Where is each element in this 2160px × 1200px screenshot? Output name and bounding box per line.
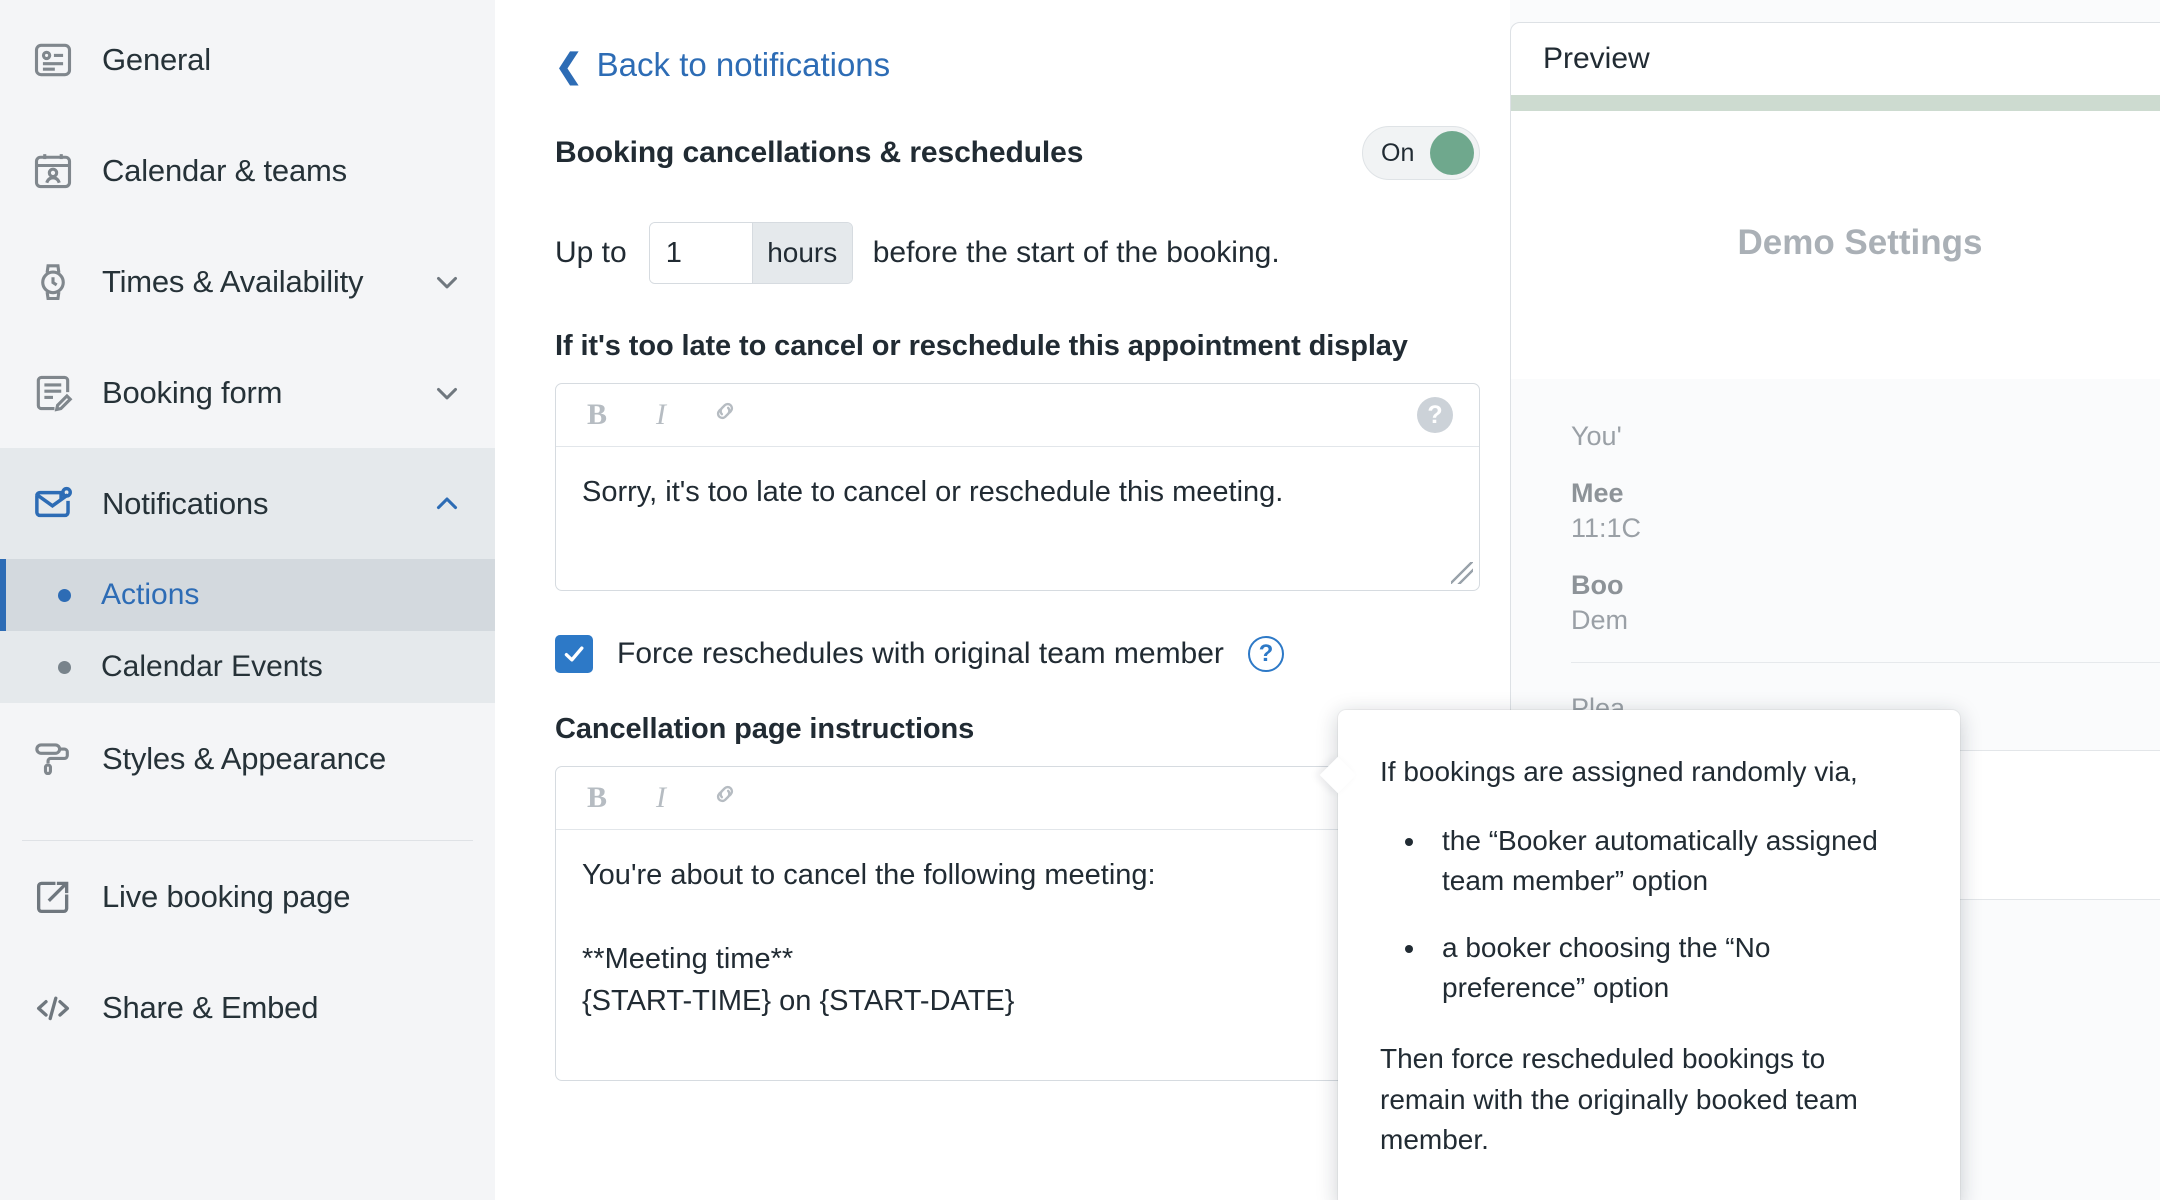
sidebar-item-label: Times & Availability <box>102 263 364 299</box>
sidebar-item-label: Calendar & teams <box>102 152 347 188</box>
bold-button[interactable]: B <box>582 398 612 432</box>
toggle-knob <box>1430 131 1474 175</box>
sidebar-item-notifications[interactable]: Notifications <box>0 448 495 559</box>
sidebar-item-styles-appearance[interactable]: Styles & Appearance <box>0 703 495 814</box>
section-header-row: Booking cancellations & reschedules On <box>555 126 1480 180</box>
preview-line: You' <box>1571 421 1622 451</box>
cutoff-value-input[interactable] <box>649 223 752 283</box>
tooltip-bullet-list: the “Booker automatically assigned team … <box>1380 821 1916 1009</box>
envelope-notification-icon <box>30 481 76 527</box>
sidebar-subitem-label: Calendar Events <box>101 650 323 683</box>
too-late-message-editor: B I ? Sorry, it's too late to cancel or … <box>555 383 1480 591</box>
sidebar-item-share-embed[interactable]: Share & Embed <box>0 952 495 1063</box>
chevron-down-icon[interactable] <box>425 376 469 410</box>
tooltip-intro: If bookings are assigned randomly via, <box>1380 756 1858 787</box>
sidebar-item-label: General <box>102 41 211 77</box>
app-root: General Calendar & teams Times & Availab… <box>0 0 2160 1200</box>
sidebar-item-label: Live booking page <box>102 878 351 914</box>
tooltip-outro: Then force rescheduled bookings to remai… <box>1380 1042 1858 1156</box>
contact-card-icon <box>30 37 76 83</box>
page-title: Booking cancellations & reschedules <box>555 136 1084 169</box>
preview-header: Preview <box>1511 23 2160 95</box>
sidebar-item-times-availability[interactable]: Times & Availability <box>0 226 495 337</box>
force-reschedule-checkbox[interactable] <box>555 635 593 673</box>
resize-handle[interactable] <box>1451 562 1473 584</box>
tooltip-bullet: the “Booker automatically assigned team … <box>1428 821 1916 902</box>
italic-button[interactable]: I <box>646 398 676 432</box>
cutoff-row: Up to hours before the start of the book… <box>555 222 1525 284</box>
sidebar-subitem-label: Actions <box>101 578 200 611</box>
preview-line: Boo <box>1571 570 1624 600</box>
preview-line: Mee <box>1571 478 1624 508</box>
sidebar-subitem-calendar-events[interactable]: Calendar Events <box>0 631 495 703</box>
force-reschedule-tooltip: If bookings are assigned randomly via, t… <box>1338 710 1960 1200</box>
cutoff-prefix-label: Up to <box>555 236 627 269</box>
sidebar-item-label: Styles & Appearance <box>102 740 386 776</box>
preview-demo-title: Demo Settings <box>1737 223 1983 262</box>
bold-button[interactable]: B <box>582 781 612 815</box>
sidebar-item-booking-form[interactable]: Booking form <box>0 337 495 448</box>
too-late-message-input[interactable]: Sorry, it's too late to cancel or resche… <box>556 447 1479 590</box>
preview-line: 11:1C <box>1571 513 1642 543</box>
watch-clock-icon <box>30 259 76 305</box>
toggle-state-label: On <box>1381 138 1415 167</box>
link-icon[interactable] <box>710 396 740 434</box>
paint-roller-icon <box>30 736 76 782</box>
preview-title: Preview <box>1543 42 1650 75</box>
cutoff-input-group: hours <box>648 222 853 284</box>
cutoff-unit-label: hours <box>751 223 852 283</box>
force-reschedule-label: Force reschedules with original team mem… <box>617 637 1224 670</box>
sidebar-subitem-actions[interactable]: Actions <box>0 559 495 631</box>
sidebar-item-live-booking-page[interactable]: Live booking page <box>0 841 495 952</box>
link-icon[interactable] <box>710 779 740 817</box>
sidebar-item-label: Share & Embed <box>102 989 319 1025</box>
chevron-down-icon[interactable] <box>425 265 469 299</box>
too-late-message-label: If it's too late to cancel or reschedule… <box>555 330 1408 362</box>
back-to-notifications-link[interactable]: ❮ Back to notifications <box>555 46 1525 84</box>
force-reschedule-row: Force reschedules with original team mem… <box>555 635 1525 673</box>
bullet-dot-icon <box>58 588 71 602</box>
sidebar-item-general[interactable]: General <box>0 4 495 115</box>
help-circle-icon[interactable]: ? <box>1417 397 1453 433</box>
bullet-dot-icon <box>58 660 71 674</box>
back-link-label: Back to notifications <box>596 46 891 83</box>
sidebar-item-label: Notifications <box>102 485 269 521</box>
italic-button[interactable]: I <box>646 781 676 815</box>
calendar-person-icon <box>30 148 76 194</box>
notifications-subnav: Actions Calendar Events <box>0 559 495 703</box>
code-brackets-icon <box>30 985 76 1031</box>
chevron-left-icon: ❮ <box>555 46 583 84</box>
editor-toolbar: B I ? <box>556 384 1479 447</box>
preview-accent-bar <box>1511 95 2160 111</box>
settings-sidebar: General Calendar & teams Times & Availab… <box>0 0 495 1200</box>
booking-cancellations-toggle[interactable]: On <box>1362 126 1480 180</box>
help-circle-icon[interactable]: ? <box>1247 636 1284 672</box>
cutoff-suffix-label: before the start of the booking. <box>872 236 1280 269</box>
preview-line: Dem <box>1571 605 1629 635</box>
tooltip-bullet: a booker choosing the “No preference” op… <box>1428 928 1916 1009</box>
sidebar-item-calendar-teams[interactable]: Calendar & teams <box>0 115 495 226</box>
form-edit-icon <box>30 370 76 416</box>
preview-divider <box>1571 662 2160 663</box>
external-link-icon <box>30 874 76 920</box>
sidebar-item-label: Booking form <box>102 374 283 410</box>
chevron-up-icon[interactable] <box>425 487 469 521</box>
